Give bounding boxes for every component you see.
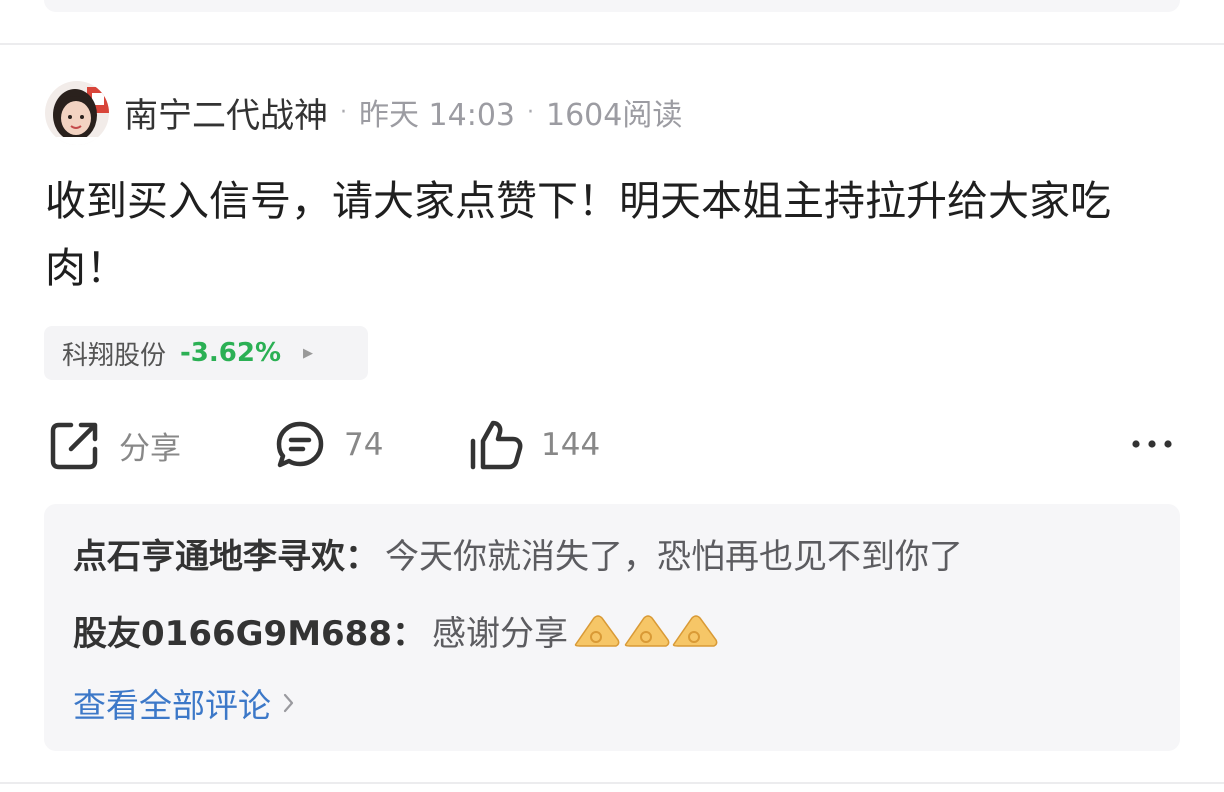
comment-item[interactable]: 点石亨通地李寻欢 ： 今天你就消失了，恐怕再也见不到你了: [73, 528, 963, 578]
thumbs-up-icon: [470, 420, 523, 470]
post-header: 南宁二代战神 · 昨天 14:03 · 1604阅读: [124, 88, 682, 136]
divider-bottom: [0, 782, 1224, 784]
read-count: 1604阅读: [546, 98, 683, 133]
meta-separator: ·: [340, 99, 347, 125]
stock-name: 科翔股份: [62, 340, 167, 371]
previous-post-card-bottom: [44, 0, 1180, 12]
comment-item[interactable]: 股友0166G9M688 ： 感谢分享: [73, 605, 718, 655]
like-count: 144: [541, 427, 601, 463]
stock-change: -3.62%: [180, 338, 282, 368]
post-time: 昨天 14:03: [359, 98, 515, 133]
comment-separator: ：: [392, 613, 426, 654]
divider-top: [0, 43, 1224, 45]
comment-user[interactable]: 点石亨通地李寻欢: [73, 529, 345, 578]
more-button[interactable]: [1128, 432, 1176, 456]
comment-text: 今天你就消失了，恐怕再也见不到你了: [385, 536, 963, 577]
view-all-label: 查看全部评论: [73, 686, 271, 725]
author-name[interactable]: 南宁二代战神: [124, 88, 328, 137]
share-button[interactable]: 分享: [49, 418, 181, 472]
comment-icon: [276, 421, 324, 468]
view-all-comments-link[interactable]: 查看全部评论: [73, 681, 295, 725]
ok-hand-emoji-icon: [572, 610, 718, 650]
share-label: 分享: [119, 430, 181, 467]
avatar-image: [45, 81, 109, 145]
more-horizontal-icon: [1132, 440, 1172, 448]
comment-count: 74: [344, 427, 384, 463]
meta-separator: ·: [527, 99, 534, 125]
like-button[interactable]: 144: [469, 418, 600, 472]
stock-tag[interactable]: 科翔股份 -3.62% ▶: [44, 326, 368, 380]
comment-button[interactable]: 74: [274, 418, 383, 472]
play-arrow-icon: ▶: [303, 345, 314, 361]
author-avatar[interactable]: [45, 81, 109, 145]
comment-separator: ：: [345, 536, 379, 577]
comment-preview-box: 点石亨通地李寻欢 ： 今天你就消失了，恐怕再也见不到你了 股友0166G9M68…: [44, 504, 1180, 751]
comment-text: 感谢分享: [432, 613, 568, 654]
chevron-right-icon: [283, 693, 294, 713]
post-content[interactable]: 收到买入信号，请大家点赞下！明天本姐主持拉升给大家吃肉！: [45, 168, 1180, 302]
share-icon: [50, 422, 98, 470]
comment-user[interactable]: 股友0166G9M688: [73, 606, 392, 655]
